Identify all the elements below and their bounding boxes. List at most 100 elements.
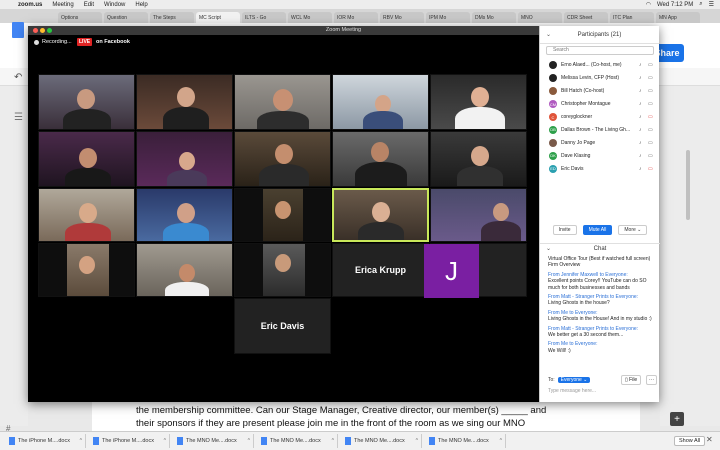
microphone-icon[interactable]: ♪ [639, 62, 642, 68]
participant-row[interactable]: Bill Hatch (Co-host) ♪ ▭ [540, 85, 660, 98]
browser-tab[interactable]: The Steps [150, 12, 194, 23]
video-tile[interactable] [430, 131, 527, 187]
chevron-up-icon[interactable]: ^ [164, 438, 166, 444]
browser-tab[interactable]: IOR Mo [334, 12, 378, 23]
download-item[interactable]: The MNO Me....docx ^ [258, 434, 338, 448]
more-button[interactable]: More ⌄ [618, 225, 648, 235]
outline-icon[interactable]: ☰ [14, 112, 23, 123]
menu-list-icon[interactable]: ☰ [709, 1, 714, 8]
video-tile[interactable] [136, 74, 233, 130]
video-tile[interactable] [234, 131, 331, 187]
minimize-window-icon[interactable] [40, 28, 45, 33]
camera-icon[interactable]: ▭ [648, 140, 653, 146]
microphone-icon[interactable]: ♪ [639, 101, 642, 107]
browser-tab[interactable]: IPM Mo [426, 12, 470, 23]
browser-tab[interactable]: DMs Mo [472, 12, 516, 23]
menu-window[interactable]: Window [104, 2, 125, 8]
browser-tab[interactable]: Options [58, 12, 102, 23]
menu-edit[interactable]: Edit [84, 2, 94, 8]
docs-logo-icon[interactable] [12, 22, 24, 38]
participant-row[interactable]: CM Christopher Montague ♪ ▭ [540, 98, 660, 111]
microphone-icon[interactable]: ♪ [639, 75, 642, 81]
video-tile[interactable] [136, 188, 233, 242]
browser-tab[interactable]: ITC Plan [610, 12, 654, 23]
browser-tab-active[interactable]: MC Script [196, 12, 240, 23]
video-tile[interactable] [38, 74, 135, 130]
video-tile[interactable] [136, 131, 233, 187]
name-only-tile[interactable]: Eric Davis [234, 298, 331, 354]
download-item[interactable]: The MNO Me....docx ^ [342, 434, 422, 448]
participant-row[interactable]: DB Dallas Brown - The Living Gh... ♪ ▭ [540, 123, 660, 136]
chevron-up-icon[interactable]: ^ [332, 438, 334, 444]
close-window-icon[interactable] [33, 28, 38, 33]
microphone-icon[interactable]: ♪ [639, 127, 642, 133]
camera-icon[interactable]: ▭ [648, 62, 653, 68]
download-item[interactable]: The MNO Me....docx ^ [174, 434, 254, 448]
camera-off-icon[interactable]: ▭ [648, 166, 653, 172]
participant-row[interactable]: Danny Jo Page ♪ ▭ [540, 136, 660, 149]
video-tile[interactable] [332, 131, 429, 187]
video-tile[interactable] [38, 243, 135, 297]
menu-clock[interactable]: Wed 7:12 PM [657, 2, 693, 8]
microphone-icon[interactable]: ♪ [639, 114, 642, 120]
explore-plus-icon[interactable]: + [670, 412, 684, 426]
browser-tab[interactable]: MNO [518, 12, 562, 23]
browser-tab[interactable]: WCL Mo [288, 12, 332, 23]
browser-tab[interactable]: RBV Mo [380, 12, 424, 23]
browser-tab[interactable]: ILTS - Go [242, 12, 286, 23]
microphone-icon[interactable]: ♪ [639, 140, 642, 146]
download-item[interactable]: The iPhone M....docx ^ [90, 434, 170, 448]
camera-icon[interactable]: ▭ [648, 75, 653, 81]
video-tile[interactable] [234, 243, 331, 297]
close-icon[interactable]: ✕ [706, 435, 713, 444]
browser-tab[interactable]: MN App [656, 12, 700, 23]
chevron-down-icon[interactable]: ⌄ [546, 26, 551, 44]
browser-tab[interactable]: CDR Sheet [564, 12, 608, 23]
participant-row[interactable]: Melissa Levin, CFP (Host) ♪ ▭ [540, 72, 660, 85]
scrollbar-thumb[interactable] [686, 150, 690, 220]
menu-meeting[interactable]: Meeting [52, 2, 73, 8]
video-tile[interactable] [234, 188, 331, 242]
chevron-up-icon[interactable]: ^ [248, 438, 250, 444]
camera-off-icon[interactable]: ▭ [648, 114, 653, 120]
participant-search-input[interactable]: Search [546, 46, 654, 55]
recording-indicator[interactable]: Recording... [34, 39, 72, 45]
undo-icon[interactable]: ↶ [14, 72, 22, 83]
video-tile[interactable] [430, 74, 527, 130]
chevron-up-icon[interactable]: ^ [416, 438, 418, 444]
chat-message-input[interactable]: Type message here... [548, 388, 652, 394]
show-all-button[interactable]: Show All [674, 436, 706, 446]
mute-all-button[interactable]: Mute All [582, 225, 613, 235]
download-item[interactable]: The MNO Me....docx ^ [426, 434, 506, 448]
camera-icon[interactable]: ▭ [648, 101, 653, 107]
participant-row[interactable]: DK Dave Klasing ♪ ▭ [540, 149, 660, 162]
name-only-tile[interactable]: Erica Krupp [332, 243, 429, 297]
microphone-icon[interactable]: ♪ [639, 166, 642, 172]
menu-app-name[interactable]: zoom.us [18, 2, 42, 8]
video-tile[interactable] [38, 188, 135, 242]
participant-row[interactable]: ED Eric Davis ♪ ▭ [540, 162, 660, 175]
microphone-icon[interactable]: ♪ [639, 153, 642, 159]
search-icon[interactable]: ⌕ [699, 1, 702, 8]
camera-icon[interactable]: ▭ [648, 127, 653, 133]
wifi-icon[interactable]: ◠ [646, 1, 651, 8]
file-button[interactable]: ▯ File [621, 375, 642, 385]
participant-row[interactable]: C coreyglockner ♪ ▭ [540, 111, 660, 124]
video-tile[interactable] [38, 131, 135, 187]
participant-row[interactable]: Erno Alaed... (Co-host, me) ♪ ▭ [540, 59, 660, 72]
camera-icon[interactable]: ▭ [648, 88, 653, 94]
chevron-down-icon[interactable]: ⌄ [546, 244, 551, 254]
chevron-up-icon[interactable]: ^ [500, 438, 502, 444]
video-tile[interactable] [136, 243, 233, 297]
active-speaker-tile[interactable] [332, 188, 429, 242]
microphone-icon[interactable]: ♪ [639, 88, 642, 94]
invite-button[interactable]: Invite [552, 225, 577, 235]
video-tile[interactable] [430, 188, 527, 242]
video-tile[interactable] [332, 74, 429, 130]
browser-tab[interactable]: Question [104, 12, 148, 23]
chat-recipient-select[interactable]: Everyone ⌄ [557, 377, 591, 383]
download-item[interactable]: The iPhone M....docx ^ [6, 434, 86, 448]
zoom-window-icon[interactable] [47, 28, 52, 33]
chevron-up-icon[interactable]: ^ [80, 438, 82, 444]
chat-more-button[interactable]: ··· [646, 375, 657, 385]
